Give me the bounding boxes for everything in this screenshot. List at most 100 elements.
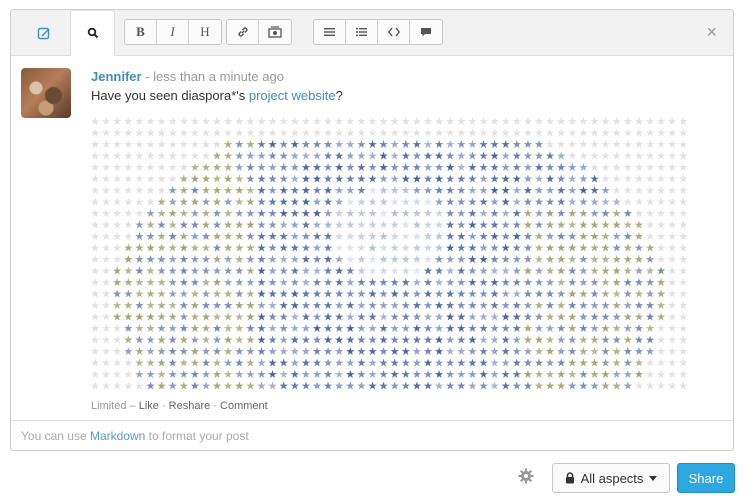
mosaic-star: ★	[479, 380, 489, 393]
comment-link[interactable]: Comment	[220, 400, 268, 412]
mosaic-star: ★	[601, 380, 611, 393]
mosaic-star: ★	[90, 380, 100, 393]
post-text: Have you seen diaspora*'s project websit…	[91, 88, 343, 103]
like-link[interactable]: Like	[139, 400, 159, 412]
mosaic-star: ★	[634, 380, 644, 393]
mosaic-star: ★	[234, 380, 244, 393]
embedded-photo[interactable]: ★ ★ ★ ★ ★ ★ ★ ★ ★ ★ ★ ★ ★ ★ ★ ★ ★ ★ ★ ★ ★ ★ ★ ★ ★ ★ ★ ★ ★ ★ ★ ★ ★ ★ ★ ★ ★ ★ ★ ★…	[89, 113, 689, 393]
mosaic-star: ★	[190, 380, 200, 393]
timestamp[interactable]: - less than a minute ago	[142, 69, 284, 84]
mosaic-star: ★	[356, 380, 366, 393]
mosaic-star: ★	[379, 380, 389, 393]
text-format-group: B I H	[124, 19, 222, 45]
mosaic-star: ★	[612, 380, 622, 393]
list-icon	[324, 28, 335, 36]
mosaic-star: ★	[257, 380, 267, 393]
mosaic-star: ★	[301, 380, 311, 393]
post-text-suffix: ?	[335, 88, 343, 103]
link-button[interactable]	[227, 20, 259, 44]
mosaic-star: ★	[290, 380, 300, 393]
mosaic-star: ★	[146, 380, 156, 393]
mosaic-star: ★	[423, 380, 433, 393]
post-meta: Jennifer - less than a minute ago	[91, 69, 284, 84]
mosaic-star: ★	[179, 380, 189, 393]
caret-down-icon	[649, 475, 658, 481]
gear-icon[interactable]	[518, 468, 534, 484]
mosaic-star: ★	[168, 380, 178, 393]
lock-icon	[565, 472, 574, 484]
mosaic-star: ★	[223, 380, 233, 393]
italic-button[interactable]: I	[157, 20, 189, 44]
mosaic-star: ★	[512, 380, 522, 393]
mosaic-star: ★	[245, 380, 255, 393]
block-group	[313, 19, 443, 45]
mosaic-star: ★	[523, 380, 533, 393]
hint-prefix: You can use	[21, 429, 90, 443]
mosaic-star: ★	[590, 380, 600, 393]
mosaic-star: ★	[157, 380, 167, 393]
bullet-list-button[interactable]	[346, 20, 378, 44]
mosaic-star: ★	[123, 380, 133, 393]
publisher-box: B I H × Jennifer - less than a minute ag…	[10, 9, 734, 451]
search-icon	[87, 27, 98, 39]
separator: ·	[210, 400, 221, 412]
separator: ·	[158, 400, 169, 412]
visibility-label: Limited	[91, 400, 127, 412]
reshare-link[interactable]: Reshare	[169, 400, 211, 412]
avatar[interactable]	[21, 68, 71, 118]
insert-group	[226, 19, 292, 45]
tab-write[interactable]	[21, 10, 66, 55]
editor-toolbar: B I H ×	[11, 10, 733, 56]
separator: –	[126, 400, 139, 412]
mosaic-star: ★	[401, 380, 411, 393]
mosaic-star: ★	[345, 380, 355, 393]
bold-button[interactable]: B	[125, 20, 157, 44]
hint-suffix: to format your post	[145, 429, 249, 443]
mosaic-star: ★	[578, 380, 588, 393]
link-icon	[237, 27, 248, 37]
ordered-list-button[interactable]	[314, 20, 346, 44]
mosaic-star: ★	[656, 380, 666, 393]
mosaic-star: ★	[678, 380, 688, 393]
speech-bubble-icon	[421, 27, 431, 36]
mosaic-star: ★	[134, 380, 144, 393]
markdown-hint: You can use Markdown to format your post	[11, 420, 733, 450]
markdown-link[interactable]: Markdown	[90, 429, 145, 443]
mosaic-star: ★	[545, 380, 555, 393]
mosaic-star: ★	[390, 380, 400, 393]
mosaic-star: ★	[334, 380, 344, 393]
mosaic-star: ★	[312, 380, 322, 393]
mosaic-star: ★	[201, 380, 211, 393]
image-icon	[268, 26, 282, 38]
mosaic-star: ★	[101, 380, 111, 393]
heading-button[interactable]: H	[189, 20, 221, 44]
bullet-list-icon	[356, 27, 367, 37]
mosaic-star: ★	[412, 380, 422, 393]
mosaic-star: ★	[667, 380, 677, 393]
mosaic-star: ★	[490, 380, 500, 393]
quote-button[interactable]	[410, 20, 442, 44]
image-button[interactable]	[259, 20, 291, 44]
mosaic-star: ★	[556, 380, 566, 393]
mosaic-star: ★	[534, 380, 544, 393]
mosaic-star: ★	[567, 380, 577, 393]
project-website-link[interactable]: project website	[249, 88, 336, 103]
tab-preview[interactable]	[70, 10, 115, 56]
aspects-dropdown[interactable]: All aspects	[552, 463, 670, 493]
mosaic-star: ★	[456, 380, 466, 393]
close-icon[interactable]: ×	[706, 23, 717, 41]
post-text-prefix: Have you seen diaspora*'s	[91, 88, 249, 103]
mosaic-star: ★	[623, 380, 633, 393]
code-button[interactable]	[378, 20, 410, 44]
pencil-icon	[37, 27, 49, 39]
mosaic-star: ★	[467, 380, 477, 393]
mosaic-star: ★	[112, 380, 122, 393]
post-interactions: Limited – Like · Reshare · Comment	[91, 400, 268, 412]
share-button[interactable]: Share	[677, 463, 735, 493]
aspects-label: All aspects	[580, 470, 644, 486]
mosaic-star: ★	[323, 380, 333, 393]
author-name[interactable]: Jennifer	[91, 69, 142, 84]
mosaic-star: ★	[368, 380, 378, 393]
mosaic-star: ★	[268, 380, 278, 393]
mosaic-star: ★	[279, 380, 289, 393]
